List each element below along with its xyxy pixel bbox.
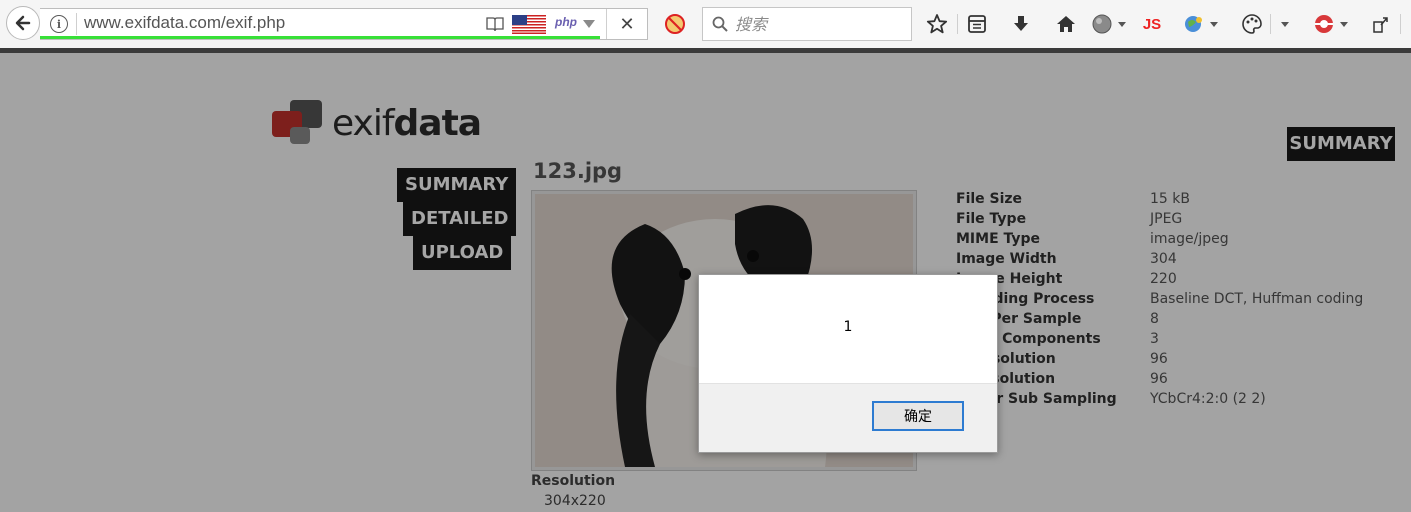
search-box[interactable]: [702, 7, 912, 41]
dialog-message-area: 1: [699, 275, 997, 384]
us-flag-icon[interactable]: [512, 15, 546, 34]
url-text[interactable]: www.exifdata.com/exif.php: [84, 13, 285, 33]
toolbar-separator: [957, 14, 958, 34]
download-icon[interactable]: [1009, 12, 1033, 36]
page-load-progress: [40, 36, 600, 39]
home-icon[interactable]: [1054, 12, 1078, 36]
dialog-message: 1: [843, 319, 853, 335]
url-separator: [76, 13, 77, 35]
js-label: JS: [1142, 15, 1162, 33]
js-toggle-button[interactable]: JS: [1138, 12, 1166, 36]
bookmark-star-icon[interactable]: [925, 12, 949, 36]
search-input[interactable]: [735, 12, 903, 36]
chevron-down-icon[interactable]: [1210, 22, 1218, 27]
search-icon: [712, 16, 728, 32]
toolbar-separator: [1270, 14, 1271, 34]
reader-view-icon[interactable]: [486, 16, 504, 32]
site-info-icon[interactable]: i: [50, 15, 68, 33]
palette-icon[interactable]: [1240, 12, 1264, 36]
globe-addon-icon[interactable]: [1090, 12, 1114, 36]
php-dropdown-arrow-icon[interactable]: [583, 20, 595, 28]
chevron-down-icon[interactable]: [1340, 22, 1348, 27]
noscript-icon[interactable]: [664, 13, 686, 35]
browser-toolbar: i www.exifdata.com/exif.php php ✕ 搜索 JS: [0, 0, 1411, 49]
close-icon[interactable]: ✕: [606, 9, 647, 39]
back-button[interactable]: [6, 6, 40, 40]
red-addon-icon[interactable]: [1312, 12, 1336, 36]
toolbar-separator: [1400, 14, 1401, 34]
share-icon[interactable]: [1370, 12, 1394, 36]
php-label[interactable]: php: [555, 15, 577, 29]
ok-button[interactable]: 确定: [872, 401, 964, 431]
chevron-down-icon[interactable]: [1281, 22, 1289, 27]
alert-dialog: 1 确定: [698, 274, 998, 453]
reading-list-icon[interactable]: [965, 12, 989, 36]
translate-icon[interactable]: [1182, 12, 1206, 36]
chevron-down-icon[interactable]: [1118, 22, 1126, 27]
back-arrow-icon: [15, 15, 31, 31]
